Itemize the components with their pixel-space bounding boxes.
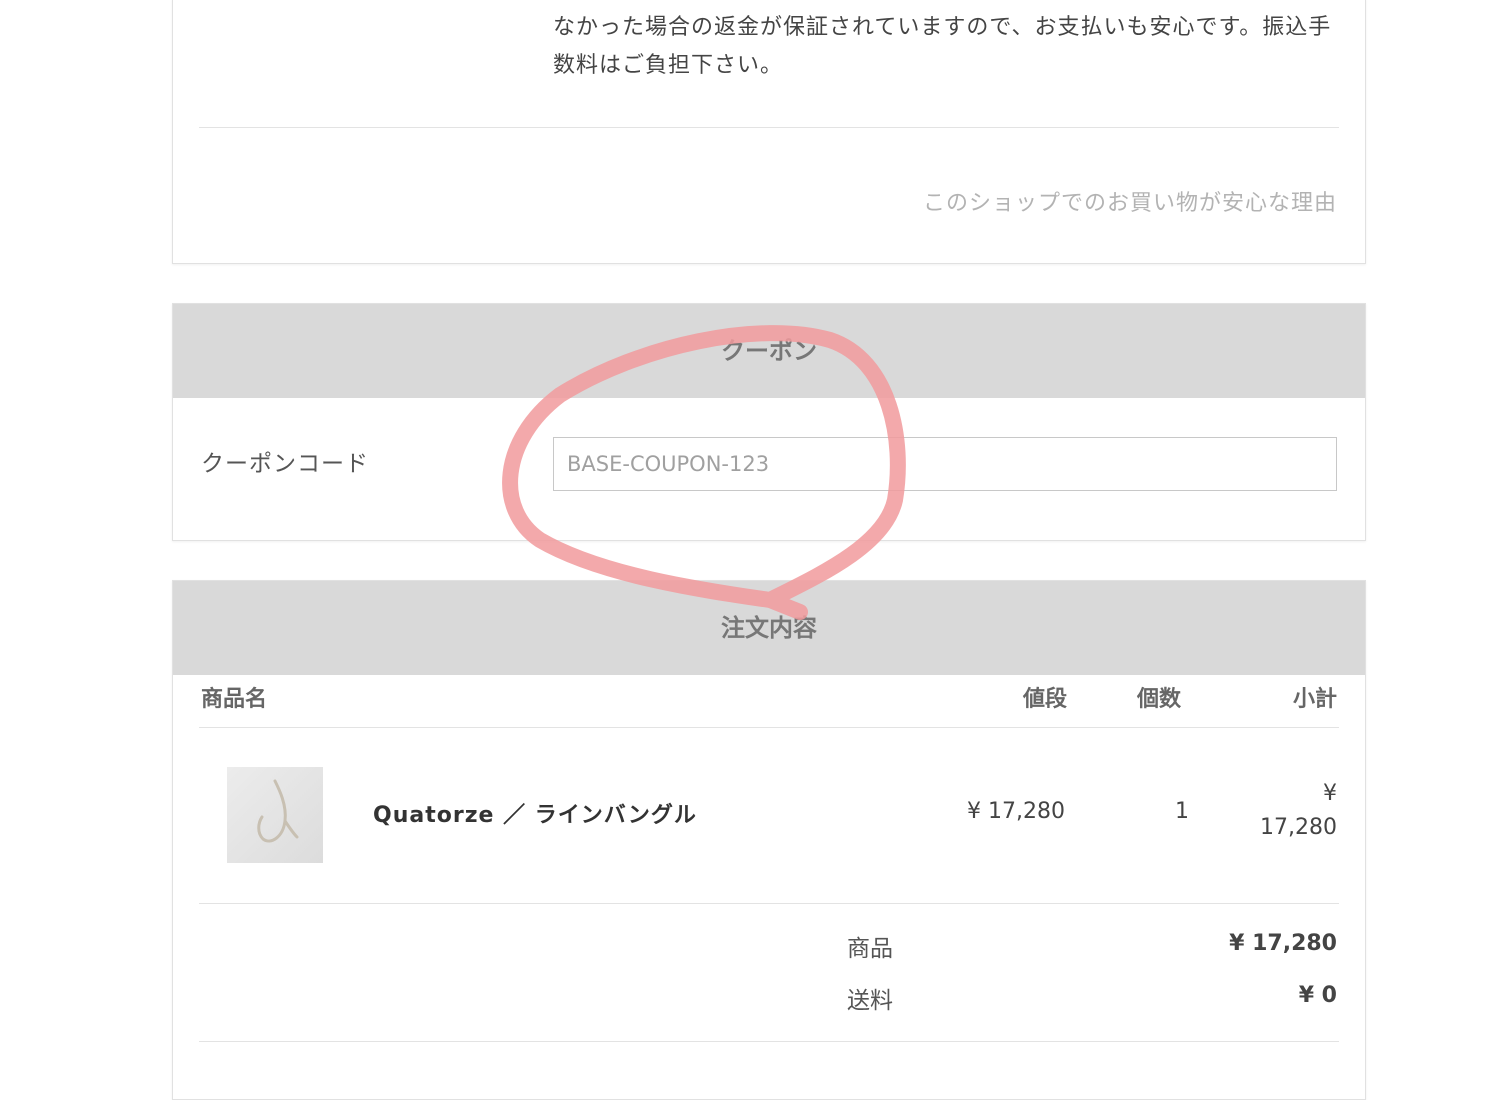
payment-info-card: なかった場合の返金が保証されていますので、お支払いも安心です。振込手数料はご負担… xyxy=(172,0,1366,264)
bangle-image xyxy=(257,779,299,843)
product-price: ¥ 17,280 xyxy=(967,799,1065,824)
order-card: 注文内容 商品名 値段 個数 小計 Quatorze ／ ラインバングル ¥ 1… xyxy=(172,580,1366,1100)
shop-safety-reason-link[interactable]: このショップでのお買い物が安心な理由 xyxy=(923,185,1337,217)
divider xyxy=(199,1041,1339,1042)
product-name[interactable]: Quatorze ／ ラインバングル xyxy=(373,797,697,829)
coupon-card: クーポン クーポンコード xyxy=(172,303,1366,541)
column-product-name: 商品名 xyxy=(201,687,268,712)
goods-total-value: ¥ 17,280 xyxy=(1229,931,1337,956)
column-quantity: 個数 xyxy=(1137,687,1182,712)
coupon-header: クーポン xyxy=(173,304,1365,398)
coupon-code-input[interactable] xyxy=(553,437,1337,491)
column-price: 値段 xyxy=(1023,687,1068,712)
divider xyxy=(199,903,1339,904)
column-subtotal: 小計 xyxy=(1292,687,1337,712)
product-subtotal-symbol: ¥ xyxy=(1323,781,1337,806)
product-quantity: 1 xyxy=(1175,799,1189,824)
shipping-label: 送料 xyxy=(847,988,893,1014)
divider xyxy=(199,727,1339,728)
order-header: 注文内容 xyxy=(173,581,1365,675)
coupon-code-label: クーポンコード xyxy=(201,451,369,477)
divider xyxy=(199,127,1339,128)
product-thumbnail[interactable] xyxy=(227,767,323,863)
product-subtotal-value: 17,280 xyxy=(1260,815,1337,840)
payment-description: なかった場合の返金が保証されていますので、お支払いも安心です。振込手数料はご負担… xyxy=(553,15,1332,78)
goods-total-label: 商品 xyxy=(847,936,893,962)
shipping-value: ¥ 0 xyxy=(1298,983,1337,1008)
